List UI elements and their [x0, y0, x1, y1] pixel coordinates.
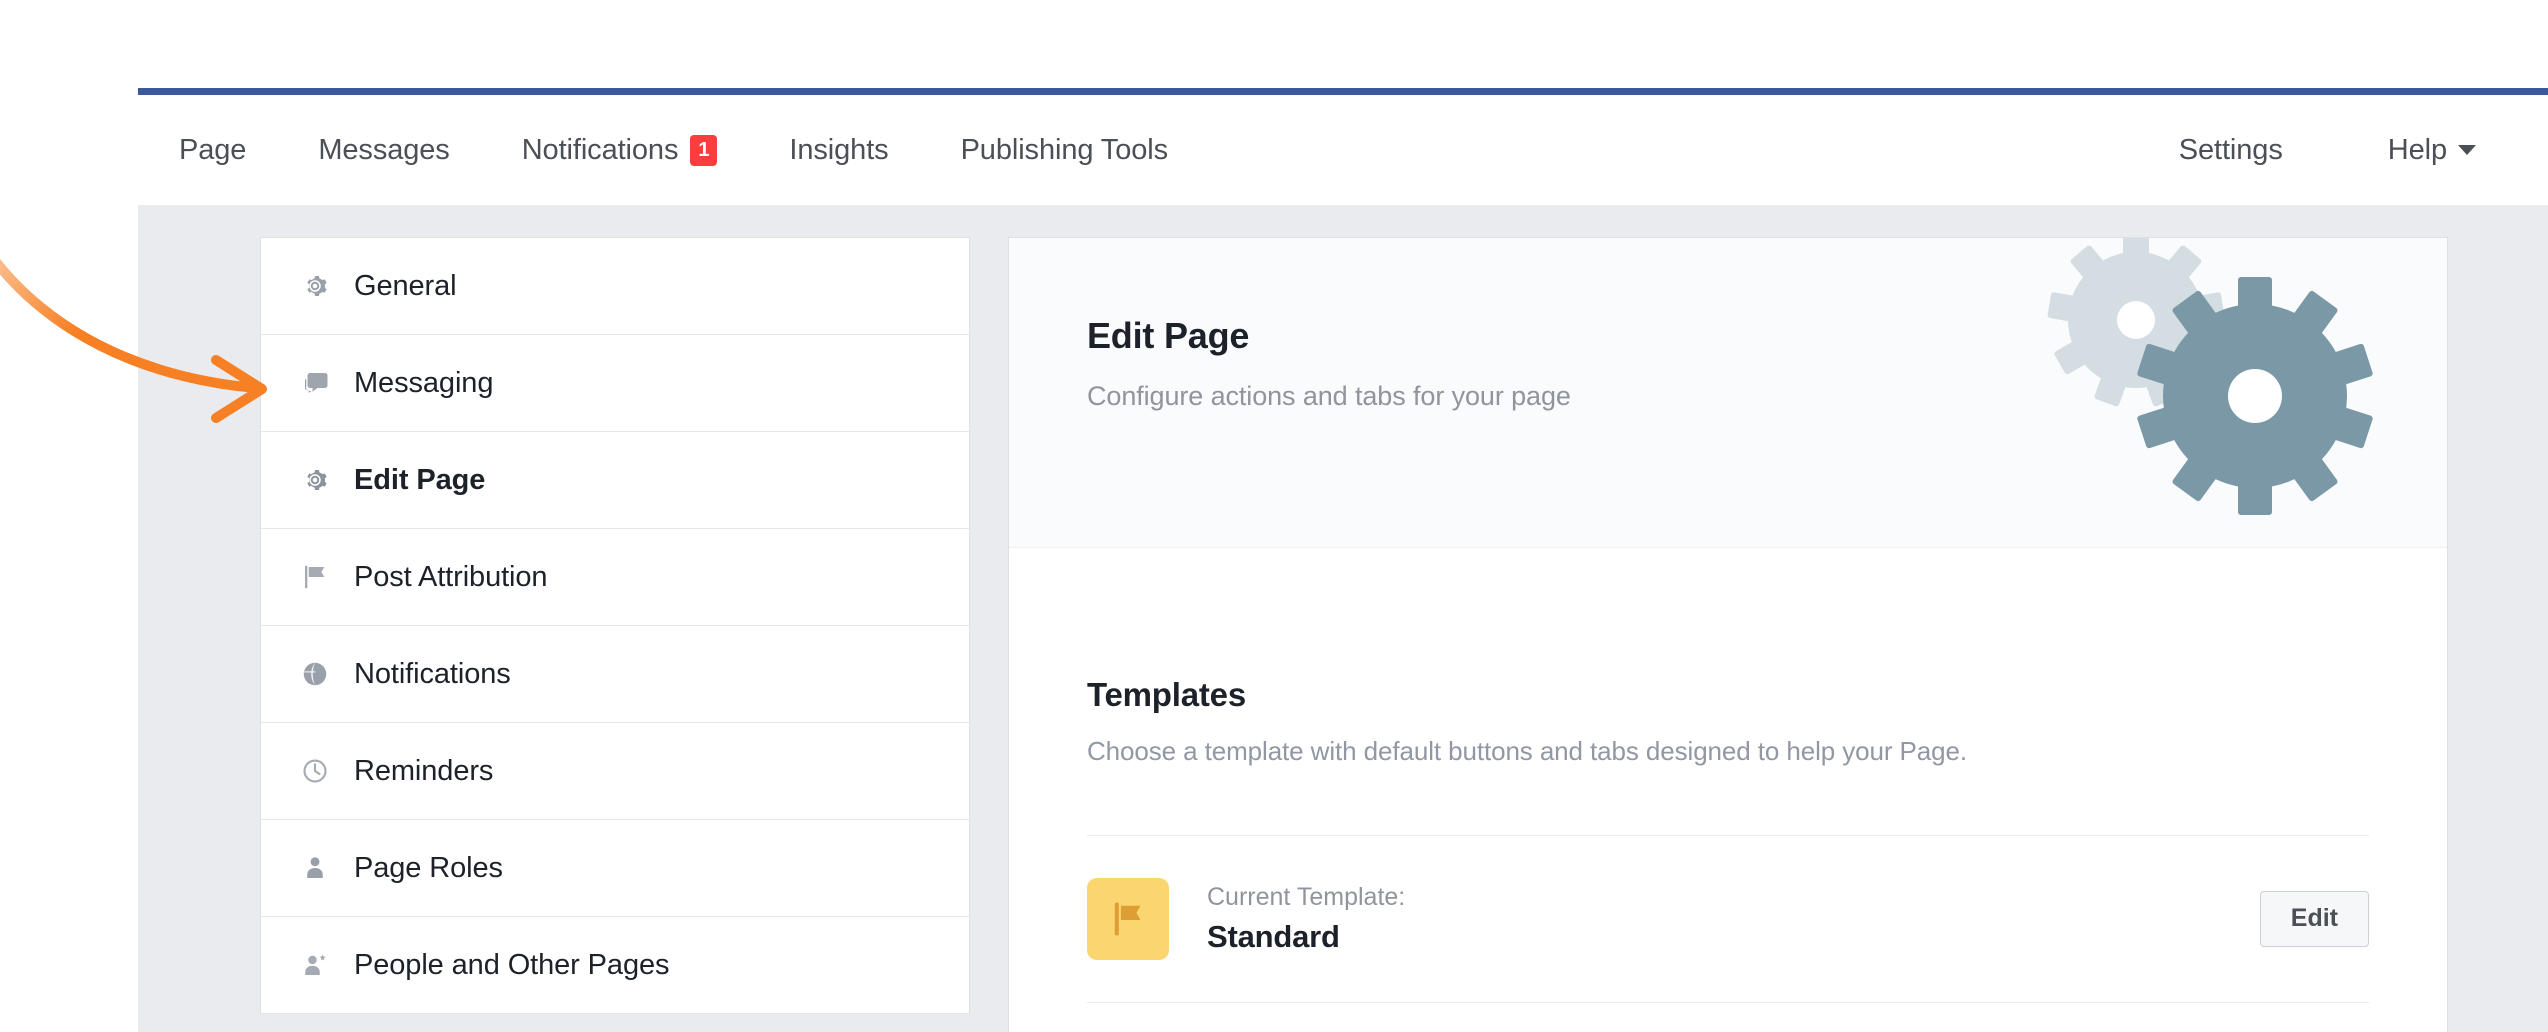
- sidebar-item-edit-page[interactable]: Edit Page: [261, 432, 969, 529]
- sidebar-item-page-roles[interactable]: Page Roles: [261, 820, 969, 917]
- sidebar-item-notifications[interactable]: Notifications: [261, 626, 969, 723]
- nav-item-page[interactable]: Page: [179, 134, 246, 167]
- sidebar-item-edit-page-label: Edit Page: [354, 463, 486, 496]
- sidebar-item-notifications-label: Notifications: [354, 657, 511, 690]
- current-template-value: Standard: [1207, 919, 1340, 954]
- nav-item-messages-label: Messages: [318, 133, 450, 166]
- nav-item-insights[interactable]: Insights: [789, 134, 888, 167]
- nav-item-page-label: Page: [179, 133, 247, 166]
- sidebar-item-post-attribution-label: Post Attribution: [354, 560, 548, 593]
- page-top-navbar: Page Messages Notifications 1 Insights P…: [138, 95, 2548, 205]
- nav-item-settings[interactable]: Settings: [2179, 134, 2283, 167]
- flag-icon: [1114, 902, 1141, 936]
- navbar-secondary-links: Settings Help: [2074, 134, 2548, 167]
- chat-bubble-icon: [298, 366, 332, 400]
- sidebar-item-messaging-label: Messaging: [354, 366, 494, 399]
- templates-heading: Templates: [1087, 676, 1246, 713]
- notifications-count-badge: 1: [690, 134, 718, 166]
- globe-icon: [298, 657, 332, 691]
- nav-item-publishing-tools-label: Publishing Tools: [960, 133, 1169, 166]
- screenshot-root: Page Messages Notifications 1 Insights P…: [0, 0, 2548, 1032]
- page-subtitle: Configure actions and tabs for your page: [1087, 381, 1571, 411]
- current-template-label: Current Template:: [1207, 883, 1406, 911]
- template-thumbnail: [1087, 878, 1169, 960]
- current-template-row: Current Template: Standard Edit: [1087, 836, 2369, 1002]
- gear-icon: [298, 269, 332, 303]
- templates-divider-bottom: [1087, 1002, 2369, 1003]
- sidebar-item-page-roles-label: Page Roles: [354, 851, 503, 884]
- sidebar-item-messaging[interactable]: Messaging: [261, 335, 969, 432]
- nav-item-notifications[interactable]: Notifications 1: [522, 134, 718, 167]
- sidebar-item-general[interactable]: General: [261, 238, 969, 335]
- gear-icon: [298, 463, 332, 497]
- nav-item-publishing-tools[interactable]: Publishing Tools: [960, 133, 1169, 167]
- sidebar-item-people-and-other-pages[interactable]: People and Other Pages: [261, 917, 969, 1014]
- navbar-primary-links: Page Messages Notifications 1 Insights P…: [138, 134, 1240, 167]
- person-icon: [298, 851, 332, 885]
- panel-header: Edit Page Configure actions and tabs for…: [1009, 238, 2447, 548]
- person-star-icon: [298, 948, 332, 982]
- sidebar-item-reminders[interactable]: Reminders: [261, 723, 969, 820]
- sidebar-item-general-label: General: [354, 269, 457, 302]
- nav-item-insights-label: Insights: [789, 133, 889, 166]
- nav-item-messages[interactable]: Messages: [318, 134, 449, 167]
- page-title: Edit Page: [1087, 315, 1250, 356]
- edit-template-button[interactable]: Edit: [2259, 891, 2369, 947]
- clock-icon: [298, 754, 332, 788]
- nav-item-help[interactable]: Help: [2388, 134, 2476, 167]
- nav-item-settings-label: Settings: [2178, 133, 2283, 166]
- current-template-action: Edit: [2259, 891, 2369, 947]
- gears-icon: [2047, 238, 2373, 515]
- templates-section: Templates Choose a template with default…: [1009, 548, 2447, 1003]
- settings-sidebar: General Messaging Edit Page Post Attribu…: [260, 237, 970, 1014]
- chevron-down-icon: [2458, 145, 2476, 155]
- sidebar-item-post-attribution[interactable]: Post Attribution: [261, 529, 969, 626]
- edit-page-main-panel: Edit Page Configure actions and tabs for…: [1008, 237, 2448, 1032]
- top-blue-rule: [138, 88, 2548, 95]
- current-template-meta: Current Template: Standard: [1207, 883, 1405, 955]
- panel-header-text: Edit Page Configure actions and tabs for…: [1087, 315, 1571, 412]
- sidebar-item-people-and-other-pages-label: People and Other Pages: [354, 948, 670, 981]
- flag-icon: [298, 560, 332, 594]
- templates-description: Choose a template with default buttons a…: [1087, 736, 1967, 766]
- nav-item-notifications-label: Notifications: [521, 133, 679, 166]
- sidebar-item-page-reminders-label: Reminders: [354, 754, 494, 787]
- nav-item-help-label: Help: [2387, 133, 2447, 166]
